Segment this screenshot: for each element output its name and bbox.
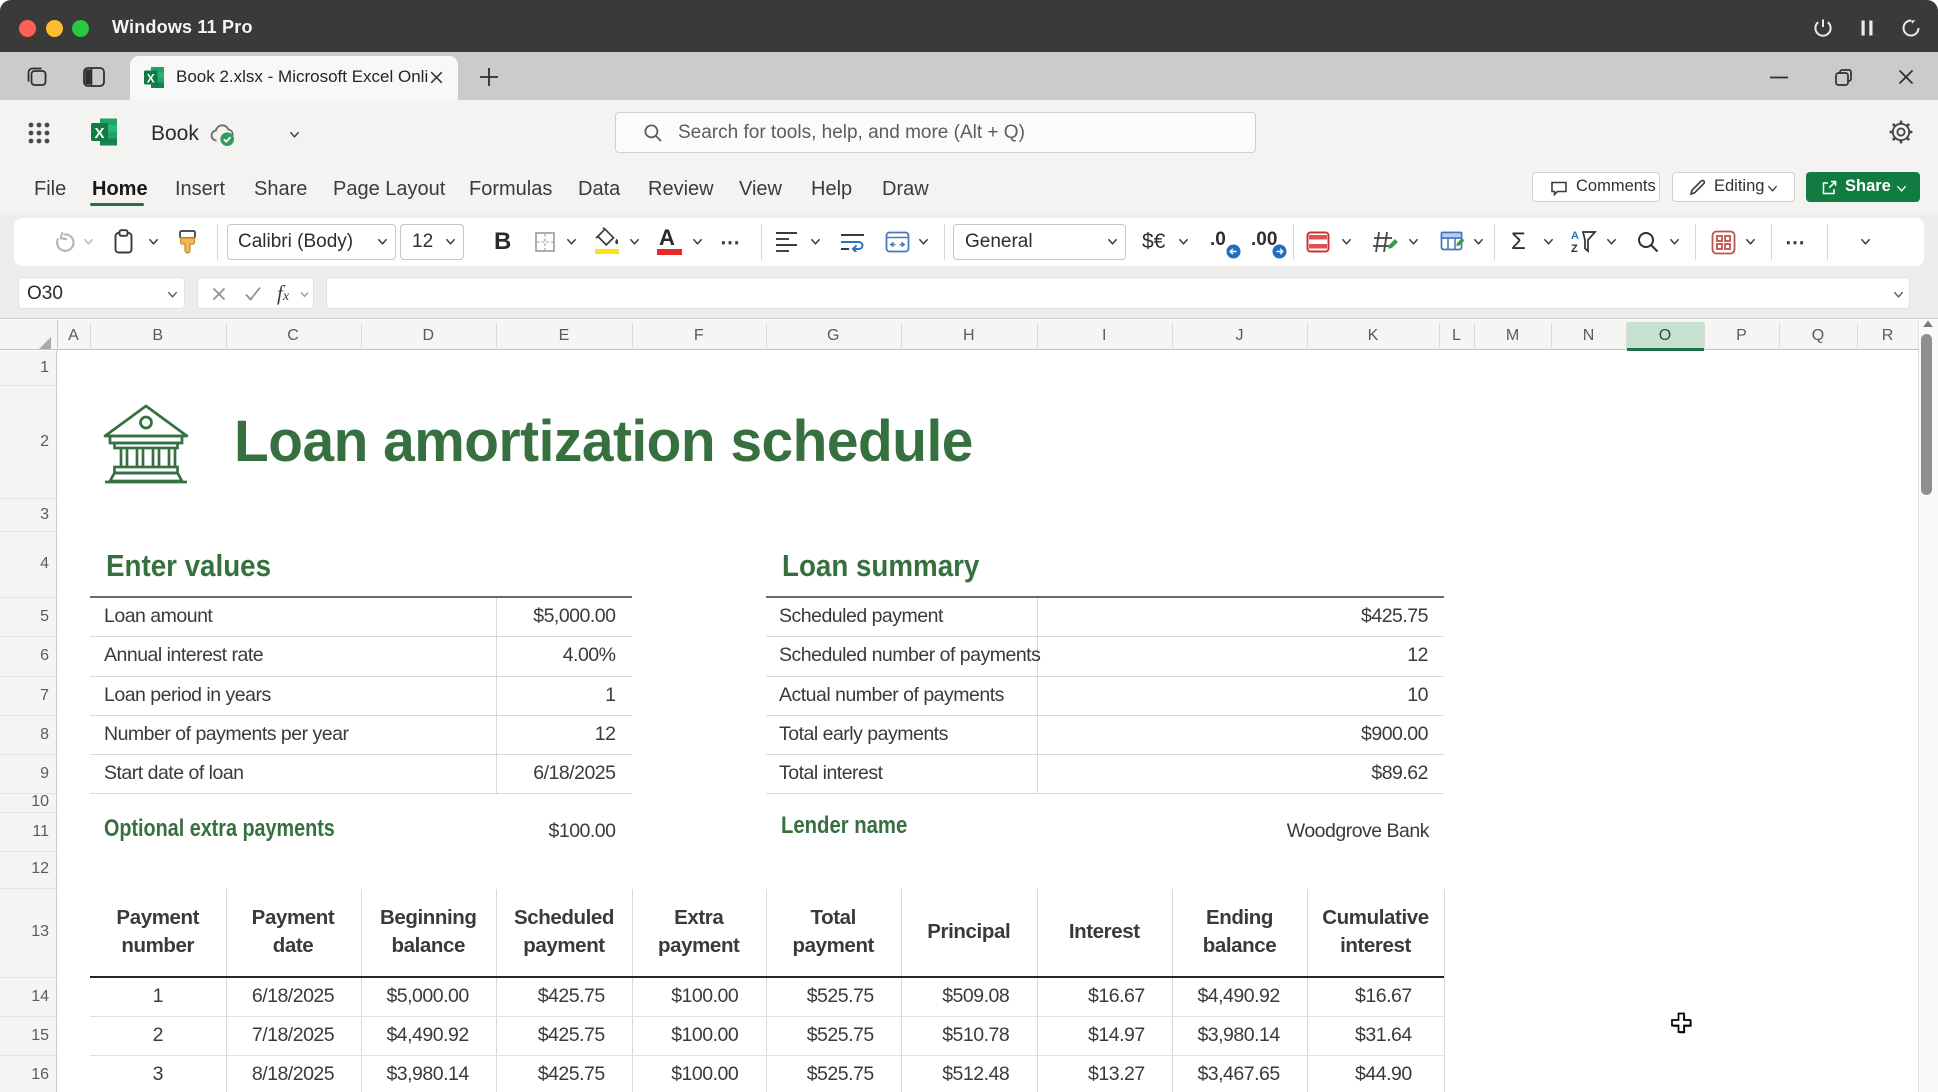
svg-text:X: X — [147, 71, 155, 85]
svg-text:X: X — [94, 125, 104, 142]
svg-text:A: A — [1571, 230, 1579, 242]
svg-text:Z: Z — [1571, 243, 1578, 255]
